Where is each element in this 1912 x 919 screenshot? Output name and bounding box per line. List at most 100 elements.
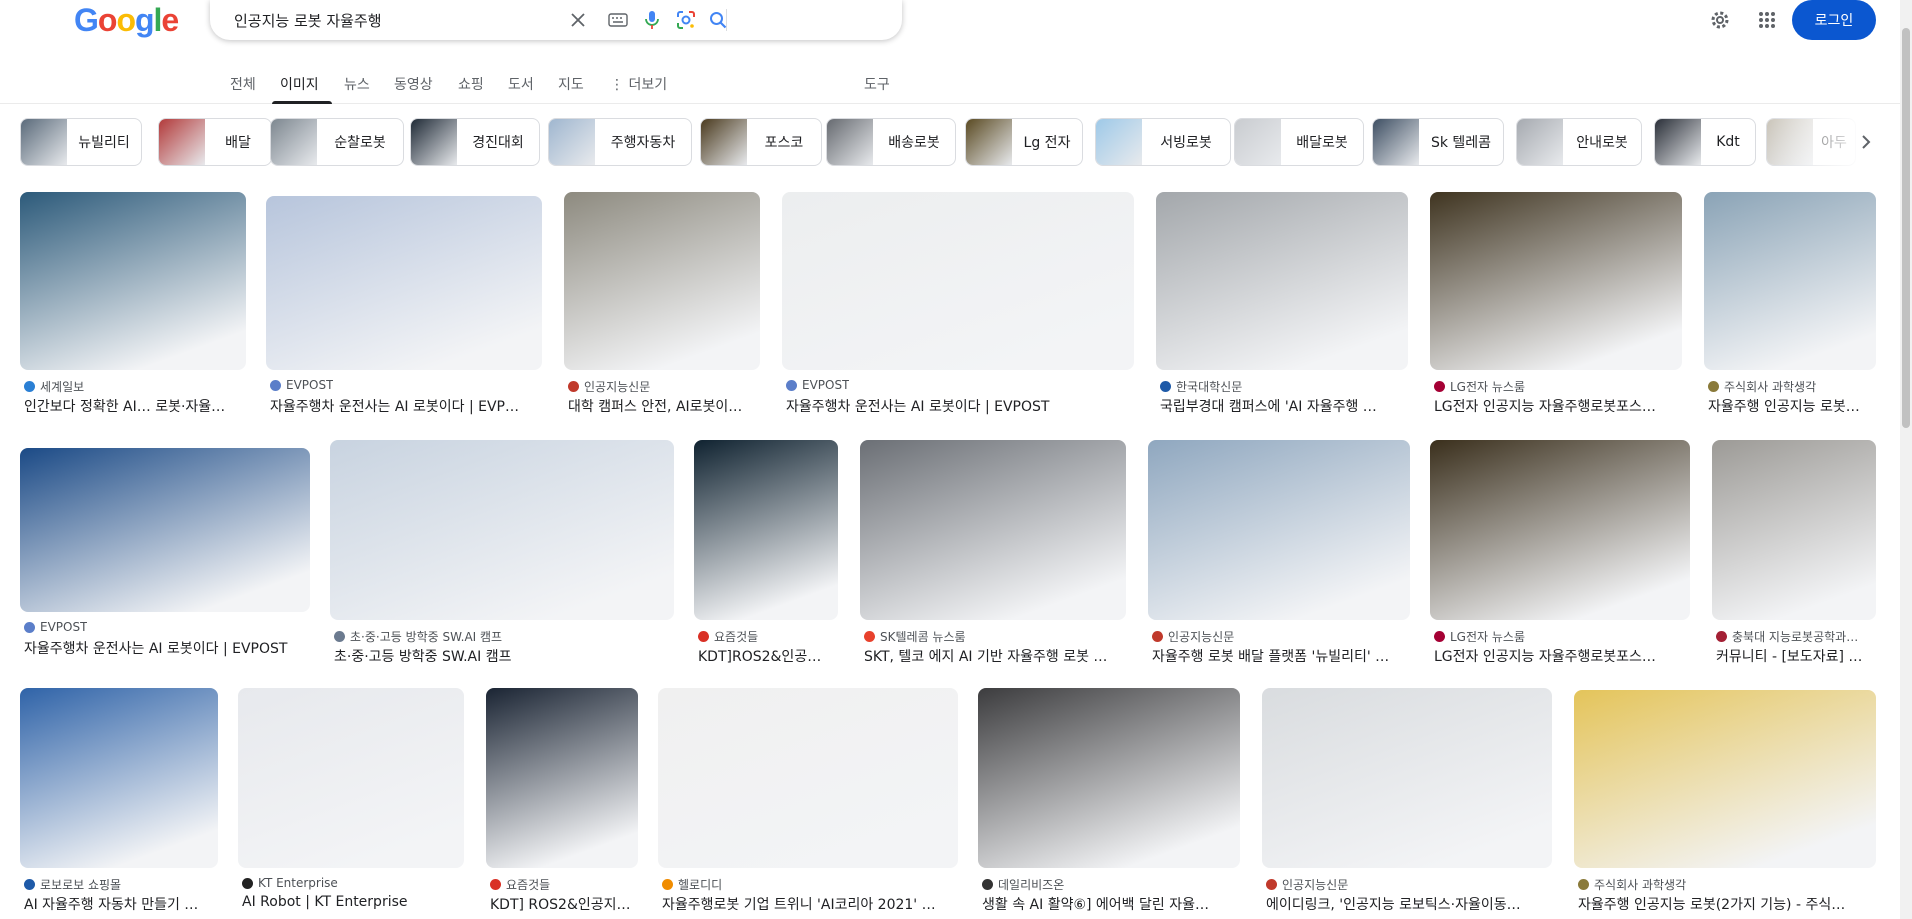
clear-icon[interactable] bbox=[564, 6, 592, 34]
result-title[interactable]: 초·중·고등 방학중 SW.AI 캠프 bbox=[334, 646, 674, 666]
result-source[interactable]: 초·중·고등 방학중 SW.AI 캠프 bbox=[334, 628, 674, 645]
result-source[interactable]: 인공지능신문 bbox=[1152, 628, 1410, 645]
result-thumbnail[interactable] bbox=[20, 688, 218, 868]
apps-grid-icon[interactable] bbox=[1753, 6, 1781, 34]
result-source[interactable]: 헬로디디 bbox=[662, 876, 958, 893]
result-thumbnail[interactable] bbox=[1156, 192, 1408, 370]
result-title[interactable]: 국립부경대 캠퍼스에 'AI 자율주행 … bbox=[1160, 396, 1408, 416]
chevron-right-icon[interactable] bbox=[1852, 128, 1880, 156]
result-thumbnail[interactable] bbox=[238, 688, 464, 868]
result-title[interactable]: 자율주행로봇 기업 트위니 'AI코리아 2021' … bbox=[662, 894, 958, 914]
related-chip[interactable]: Lg 전자 bbox=[965, 118, 1083, 166]
result-title[interactable]: 자율주행 로봇 배달 플랫폼 '뉴빌리티' … bbox=[1152, 646, 1410, 666]
result-thumbnail[interactable] bbox=[694, 440, 838, 620]
result-title[interactable]: 생활 속 AI 활약⑥] 에어백 달린 자율… bbox=[982, 894, 1240, 914]
result-title[interactable]: 자율주행차 운전사는 AI 로봇이다 | EVP… bbox=[270, 396, 542, 416]
result-source[interactable]: LG전자 뉴스룸 bbox=[1434, 628, 1690, 645]
result-title[interactable]: AI Robot | KT Enterprise bbox=[242, 894, 464, 910]
result-thumbnail[interactable] bbox=[330, 440, 674, 620]
result-title[interactable]: KDT]ROS2&인공… bbox=[698, 646, 838, 666]
result-source[interactable]: 인공지능신문 bbox=[568, 378, 760, 395]
result-thumbnail[interactable] bbox=[564, 192, 760, 370]
keyboard-icon[interactable] bbox=[604, 6, 632, 34]
tab-more[interactable]: ⋮ 더보기 bbox=[610, 74, 667, 94]
result-title[interactable]: AI 자율주행 자동차 만들기 … bbox=[24, 894, 218, 914]
related-chip[interactable]: 서빙로봇 bbox=[1095, 118, 1231, 166]
search-icon[interactable] bbox=[704, 6, 732, 34]
result-title[interactable]: 커뮤니티 - [보도자료] … bbox=[1716, 646, 1876, 666]
related-chip[interactable]: 뉴빌리티 bbox=[20, 118, 142, 166]
result-source[interactable]: EVPOST bbox=[24, 620, 310, 634]
result-thumbnail[interactable] bbox=[782, 192, 1134, 370]
result-title[interactable]: 인간보다 정확한 AI… 로봇·자율… bbox=[24, 396, 246, 416]
result-source[interactable]: 요즘것들 bbox=[490, 876, 638, 893]
result-title[interactable]: 자율주행 인공지능 로봇(2가지 기능) - 주식… bbox=[1578, 894, 1876, 914]
login-button[interactable]: 로그인 bbox=[1792, 0, 1876, 40]
result-thumbnail[interactable] bbox=[1262, 688, 1552, 868]
tab-maps[interactable]: 지도 bbox=[558, 74, 584, 94]
result-thumbnail[interactable] bbox=[1574, 690, 1876, 868]
related-chip[interactable]: 배달로봇 bbox=[1234, 118, 1364, 166]
result-title[interactable]: KDT] ROS2&인공지… bbox=[490, 894, 638, 914]
related-chip[interactable]: 안내로봇 bbox=[1516, 118, 1642, 166]
result-source[interactable]: EVPOST bbox=[786, 378, 1134, 392]
result-title[interactable]: 자율주행차 운전사는 AI 로봇이다 | EVPOST bbox=[24, 638, 310, 658]
result-thumbnail[interactable] bbox=[1712, 440, 1876, 620]
tab-books[interactable]: 도서 bbox=[508, 74, 534, 94]
settings-gear-icon[interactable] bbox=[1706, 6, 1734, 34]
result-title[interactable]: LG전자 인공지능 자율주행로봇포스… bbox=[1434, 396, 1682, 416]
result-title[interactable]: 대학 캠퍼스 안전, AI로봇이… bbox=[568, 396, 760, 416]
result-source[interactable]: 주식회사 과학생각 bbox=[1578, 876, 1876, 893]
result-thumbnail[interactable] bbox=[1430, 192, 1682, 370]
result-thumbnail[interactable] bbox=[1704, 192, 1876, 370]
tab-all[interactable]: 전체 bbox=[230, 74, 256, 94]
result-source[interactable]: 로보로보 쇼핑몰 bbox=[24, 876, 218, 893]
related-chip[interactable]: 포스코 bbox=[700, 118, 822, 166]
result-title[interactable]: SKT, 텔코 에지 AI 기반 자율주행 로봇 … bbox=[864, 646, 1126, 666]
tab-news[interactable]: 뉴스 bbox=[344, 74, 370, 94]
result-thumbnail[interactable] bbox=[860, 440, 1126, 620]
result-source[interactable]: 충북대 지능로봇공학과… bbox=[1716, 628, 1876, 645]
tab-images[interactable]: 이미지 bbox=[280, 74, 319, 94]
result-source[interactable]: 한국대학신문 bbox=[1160, 378, 1408, 395]
related-chip[interactable]: 경진대회 bbox=[410, 118, 540, 166]
tab-videos[interactable]: 동영상 bbox=[394, 74, 433, 94]
related-chip[interactable]: Kdt bbox=[1654, 118, 1756, 166]
result-title[interactable]: 자율주행차 운전사는 AI 로봇이다 | EVPOST bbox=[786, 396, 1134, 416]
tab-shopping[interactable]: 쇼핑 bbox=[458, 74, 484, 94]
result-thumbnail[interactable] bbox=[20, 192, 246, 370]
google-logo[interactable]: Google bbox=[74, 2, 179, 39]
related-chip[interactable]: 배달 bbox=[158, 118, 272, 166]
result-source[interactable]: EVPOST bbox=[270, 378, 542, 392]
result-thumbnail[interactable] bbox=[20, 448, 310, 612]
related-chip[interactable]: 주행자동차 bbox=[548, 118, 692, 166]
result-source[interactable]: 요즘것들 bbox=[698, 628, 838, 645]
result-source[interactable]: LG전자 뉴스룸 bbox=[1434, 378, 1682, 395]
result-thumbnail[interactable] bbox=[978, 688, 1240, 868]
related-chip[interactable]: Sk 텔레콤 bbox=[1372, 118, 1504, 166]
tools-button[interactable]: 도구 bbox=[864, 74, 890, 94]
source-name: EVPOST bbox=[802, 378, 850, 392]
lens-icon[interactable] bbox=[672, 6, 700, 34]
related-chip[interactable]: 배송로봇 bbox=[826, 118, 956, 166]
result-title[interactable]: 자율주행 인공지능 로봇… bbox=[1708, 396, 1876, 416]
microphone-icon[interactable] bbox=[638, 6, 666, 34]
result-title[interactable]: 에이디링크, '인공지능 로보틱스·자율이동… bbox=[1266, 894, 1552, 914]
related-chip[interactable]: 순찰로봇 bbox=[270, 118, 404, 166]
result-source[interactable]: 데일리비즈온 bbox=[982, 876, 1240, 893]
result-source[interactable]: KT Enterprise bbox=[242, 876, 464, 890]
page-scrollbar[interactable] bbox=[1900, 0, 1912, 919]
result-source[interactable]: 주식회사 과학생각 bbox=[1708, 378, 1876, 395]
result-thumbnail[interactable] bbox=[486, 688, 638, 868]
result-thumbnail[interactable] bbox=[1430, 440, 1690, 620]
result-thumbnail[interactable] bbox=[266, 196, 542, 370]
search-box[interactable]: 인공지능 로봇 자율주행 bbox=[210, 0, 902, 40]
result-source[interactable]: SK텔레콤 뉴스룸 bbox=[864, 628, 1126, 645]
result-source[interactable]: 세계일보 bbox=[24, 378, 246, 395]
result-source[interactable]: 인공지능신문 bbox=[1266, 876, 1552, 893]
result-thumbnail[interactable] bbox=[658, 688, 958, 868]
scrollbar-thumb[interactable] bbox=[1902, 28, 1910, 428]
search-input[interactable]: 인공지능 로봇 자율주행 bbox=[234, 10, 382, 31]
result-title[interactable]: LG전자 인공지능 자율주행로봇포스… bbox=[1434, 646, 1690, 666]
result-thumbnail[interactable] bbox=[1148, 440, 1410, 620]
